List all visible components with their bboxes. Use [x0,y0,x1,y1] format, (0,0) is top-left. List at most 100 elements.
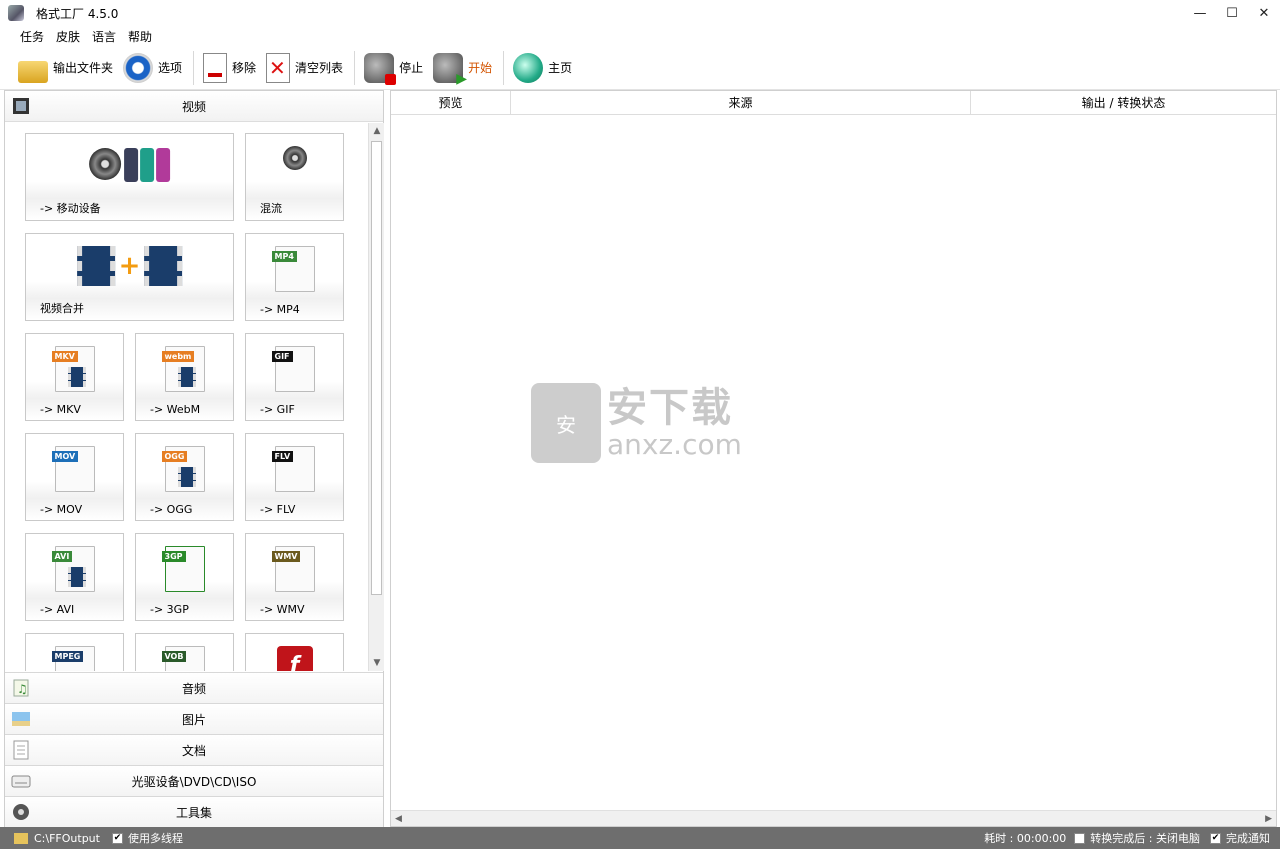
toolbar-separator [503,50,505,85]
stop-button[interactable]: 停止 [360,49,427,87]
music-note-icon: ♫ [13,679,29,697]
category-image-label: 图片 [181,712,206,727]
remove-button[interactable]: 移除 [199,49,260,87]
stop-icon [364,52,397,85]
3gp-icon: 3GP [161,546,205,592]
output-path[interactable]: C:\FFOutput [34,832,100,845]
output-folder-label: 输出文件夹 [53,61,114,75]
tile-vob[interactable]: VOB [135,633,234,671]
tile-mux[interactable]: 混流 [245,133,344,221]
clear-list-label: 清空列表 [295,61,344,75]
options-button[interactable]: 选项 [119,49,186,87]
tile-grid-scrollbar[interactable]: ▲ ▼ [368,123,384,671]
menu-skin[interactable]: 皮肤 [56,28,80,45]
tile-mov[interactable]: MOV -> MOV [25,433,124,521]
category-document[interactable]: 文档 [5,734,383,765]
task-list-hscrollbar[interactable]: ◀ ▶ [391,810,1276,826]
picture-icon [12,712,30,726]
swf-icon: f [276,646,313,671]
tile-gif[interactable]: GIF -> GIF [245,333,344,421]
tile-label: -> MKV [40,403,81,416]
home-label: 主页 [548,61,573,75]
flv-icon: FLV [271,446,315,492]
mov-icon: MOV [51,446,95,492]
category-optical-drive[interactable]: 光驱设备\DVD\CD\ISO [5,765,383,796]
scroll-down-icon[interactable]: ▼ [369,655,385,671]
close-button[interactable]: ✕ [1248,0,1280,26]
shutdown-after-label: 转换完成后 : 关闭电脑 [1090,832,1200,845]
mux-icon [282,146,307,173]
shield-icon: 安 [531,383,601,463]
video-join-icon: + [76,246,183,286]
video-tile-grid: -> 移动设备 混流 + 视频合并 MP4 -> MP4 MKV -> MKV … [5,123,367,671]
tile-mp4[interactable]: MP4 -> MP4 [245,233,344,321]
window-title: 格式工厂 4.5.0 [36,6,119,21]
start-icon [433,52,467,87]
category-tools[interactable]: 工具集 [5,796,383,827]
tile-flv[interactable]: FLV -> FLV [245,433,344,521]
tile-label: 视频合并 [40,302,84,315]
film-icon [13,98,29,114]
tile-wmv[interactable]: WMV -> WMV [245,533,344,621]
mp4-icon: MP4 [271,246,315,292]
optical-drive-icon [11,775,31,788]
tile-label: -> MP4 [260,303,300,316]
category-list: ♫ 音频 图片 文档 光驱设备\DVD\CD\ISO 工具集 [5,672,383,827]
category-audio[interactable]: ♫ 音频 [5,672,383,703]
menu-language[interactable]: 语言 [92,28,116,45]
tile-mkv[interactable]: MKV -> MKV [25,333,124,421]
category-document-label: 文档 [181,743,206,758]
multithread-checkbox[interactable]: ✔ [111,832,123,844]
tile-label: -> WMV [260,603,305,616]
shutdown-after-checkbox[interactable] [1074,832,1086,844]
column-output-status[interactable]: 输出 / 转换状态 [971,91,1276,114]
tile-label: -> GIF [260,403,295,416]
home-globe-icon [513,52,544,83]
notify-checkbox[interactable]: ✔ [1210,832,1221,844]
mpeg-icon: MPEG [51,646,95,671]
scroll-thumb[interactable] [371,141,382,595]
tile-ogg[interactable]: OGG -> OGG [135,433,234,521]
scroll-right-icon[interactable]: ▶ [1265,811,1272,827]
tile-label: -> FLV [260,503,296,516]
tile-avi[interactable]: AVI -> AVI [25,533,124,621]
gif-icon: GIF [271,346,315,392]
scroll-up-icon[interactable]: ▲ [369,123,385,139]
tile-mobile-device[interactable]: -> 移动设备 [25,133,234,221]
column-preview[interactable]: 预览 [391,91,511,114]
avi-icon: AVI [51,546,95,592]
column-source[interactable]: 来源 [511,91,971,114]
multithread-label: 使用多线程 [127,832,183,845]
tile-webm[interactable]: webm -> WebM [135,333,234,421]
home-button[interactable]: 主页 [509,49,576,87]
task-list-panel: 预览 来源 输出 / 转换状态 安 安下载 anxz.com ◀ ▶ [390,90,1277,827]
notify-label: 完成通知 [1226,832,1270,845]
tile-mpeg[interactable]: MPEG [25,633,124,671]
clear-list-icon [266,52,291,83]
output-folder-button[interactable]: 输出文件夹 [14,49,117,87]
svg-text:♫: ♫ [17,682,28,696]
toolbar: 输出文件夹 选项 移除 清空列表 停止 开始 主页 [0,46,1280,90]
start-button[interactable]: 开始 [429,49,496,87]
title-bar: 格式工厂 4.5.0 — ☐ ✕ [0,0,1280,26]
minimize-button[interactable]: — [1184,0,1216,26]
category-audio-label: 音频 [181,681,206,696]
tile-label: -> MOV [40,503,83,516]
folder-icon[interactable] [14,832,28,844]
clear-list-button[interactable]: 清空列表 [262,49,347,87]
tile-swf[interactable]: f [245,633,344,671]
scroll-left-icon[interactable]: ◀ [395,811,402,827]
maximize-button[interactable]: ☐ [1216,0,1248,26]
menu-help[interactable]: 帮助 [128,28,152,45]
tile-video-join[interactable]: + 视频合并 [25,233,234,321]
tile-3gp[interactable]: 3GP -> 3GP [135,533,234,621]
elapsed-time: 耗时 : 00:00:00 [984,832,1067,845]
status-bar: C:\FFOutput ✔ 使用多线程 耗时 : 00:00:00 转换完成后 … [0,827,1280,849]
stop-label: 停止 [399,61,424,75]
menu-task[interactable]: 任务 [20,28,44,45]
tile-label: -> OGG [150,503,193,516]
category-video-header[interactable]: 视频 [5,91,383,122]
webm-icon: webm [161,346,205,392]
tile-label: -> AVI [40,603,75,616]
category-image[interactable]: 图片 [5,703,383,734]
